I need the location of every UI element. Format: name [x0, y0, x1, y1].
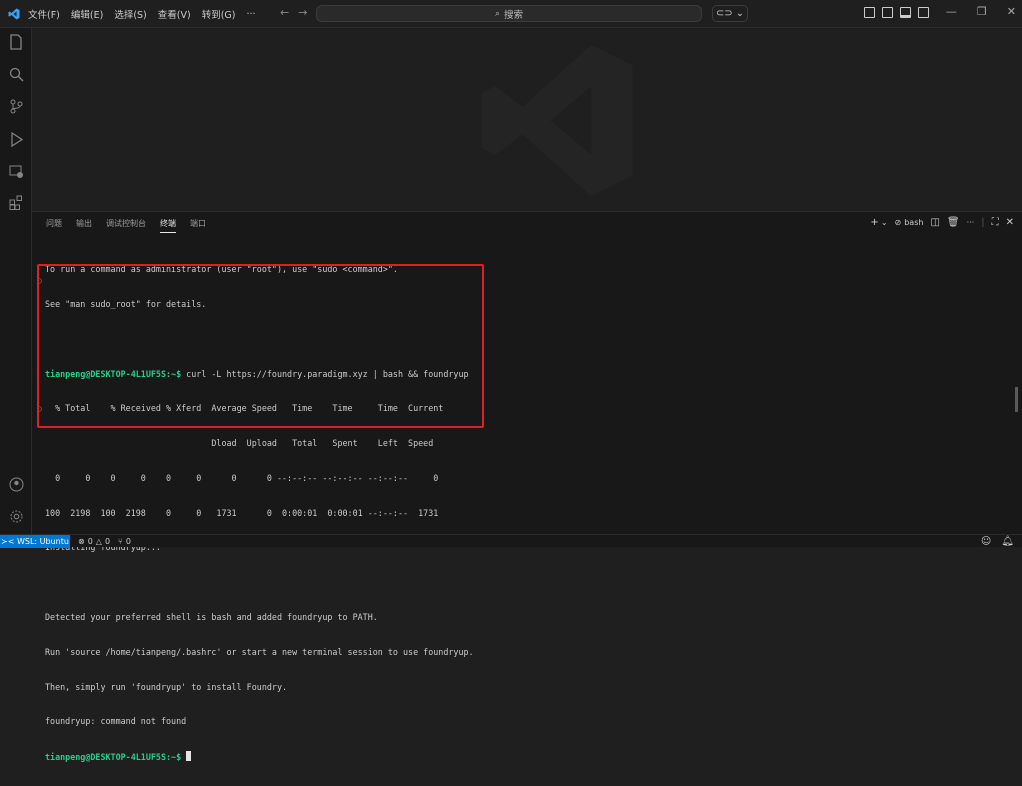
menu-file[interactable]: 文件(F) [28, 7, 60, 21]
gear-icon[interactable] [8, 509, 24, 525]
minimize-icon[interactable]: — [946, 5, 957, 18]
terminal-prompt: tianpeng@DESKTOP-4L1UF5S:~$ [45, 752, 182, 763]
panel-tabs: 问题 输出 调试控制台 终端 端口 [46, 218, 220, 233]
menu-view[interactable]: 查看(V) [158, 7, 191, 21]
status-bar: ≻< WSL: Ubuntu ⊗ 0 △ 0 ⑂ 0 ☺ 🔔︎ [0, 534, 1022, 548]
activity-bar [0, 28, 32, 534]
more-icon[interactable]: ··· [967, 218, 975, 227]
explorer-icon[interactable] [8, 34, 24, 50]
terminal-line: Dload Upload Total Spent Left Speed [45, 438, 434, 449]
title-bar: 文件(F) 编辑(E) 选择(S) 查看(V) 转到(G) ··· ←→ ⌕ 搜… [0, 0, 1022, 28]
menu-go[interactable]: 转到(G) [202, 7, 236, 21]
chevron-down-icon: ⌄ [735, 8, 745, 19]
source-control-icon[interactable] [8, 99, 24, 115]
customize-layout-icon[interactable] [864, 7, 875, 18]
new-terminal-icon[interactable]: + [870, 217, 878, 228]
trash-icon[interactable]: 🗑 [947, 217, 960, 228]
terminal-name[interactable]: bash [904, 218, 923, 227]
menu-more[interactable]: ··· [246, 9, 255, 20]
terminal-cursor [186, 751, 192, 762]
search-icon: ⌕ [494, 8, 501, 19]
copilot-menu-button[interactable]: ⊂⊃ ⌄ [712, 5, 748, 22]
command-decoration-icon[interactable]: ○ [37, 276, 42, 285]
terminal-shell-icon: ⊘ [894, 218, 902, 227]
copilot-icon: ⊂⊃ [715, 8, 733, 19]
toggle-sidebar-icon[interactable] [882, 7, 893, 18]
prompt-line: tianpeng@DESKTOP-4L1UF5S:~$ [45, 751, 1005, 763]
search-placeholder: 搜索 [504, 9, 524, 21]
menu-selection[interactable]: 选择(S) [114, 7, 146, 21]
terminal-line: Then, simply run 'foundryup' to install … [45, 681, 288, 692]
vscode-logo-icon [8, 8, 20, 20]
terminal-line: See "man sudo_root" for details. [45, 298, 207, 309]
problems-indicator[interactable]: ⊗ 0 △ 0 ⑂ 0 [78, 535, 134, 548]
maximize-panel-icon[interactable]: ⛶ [992, 217, 999, 228]
chevron-down-icon[interactable]: ⌄ [881, 218, 888, 227]
close-panel-icon[interactable]: ✕ [1006, 217, 1014, 228]
tab-debug-console[interactable]: 调试控制台 [106, 218, 146, 233]
back-arrow-icon[interactable]: ← [280, 6, 298, 19]
remote-label: WSL: Ubuntu [16, 537, 69, 546]
restore-icon[interactable]: ❐ [977, 5, 987, 18]
account-icon[interactable] [8, 477, 24, 493]
remote-icon: ≻< [1, 537, 17, 546]
extensions-icon[interactable] [8, 195, 24, 211]
toggle-panel-icon[interactable] [900, 7, 911, 18]
tab-output[interactable]: 输出 [76, 218, 92, 233]
terminal-line: Run 'source /home/tianpeng/.bashrc' or s… [45, 646, 474, 657]
warning-count: 0 [104, 537, 111, 546]
bottom-panel: 问题 输出 调试控制台 终端 端口 + ⌄ ⊘ bash ◫ 🗑 ··· | ⛶… [32, 211, 1022, 762]
tab-problems[interactable]: 问题 [46, 218, 62, 233]
terminal-line: To run a command as administrator (user … [45, 264, 398, 275]
search-icon[interactable] [8, 67, 24, 83]
terminal-line: 100 2198 100 2198 0 0 1731 0 0:00:01 0:0… [45, 507, 439, 518]
terminal-prompt: tianpeng@DESKTOP-4L1UF5S:~$ [45, 368, 182, 379]
terminal-scrollbar[interactable] [1015, 387, 1018, 412]
panel-actions: + ⌄ ⊘ bash ◫ 🗑 ··· | ⛶ ✕ [863, 217, 1014, 228]
command-decoration-icon[interactable]: ○ [37, 404, 42, 413]
terminal-line: 0 0 0 0 0 0 0 0 --:--:-- --:--:-- --:--:… [45, 472, 439, 483]
divider: | [981, 217, 985, 228]
command-center-search[interactable]: ⌕ 搜索 [316, 5, 702, 22]
editor-area [32, 28, 1022, 211]
terminal-line: Detected your preferred shell is bash an… [45, 612, 378, 622]
status-right: ☺ 🔔︎ [971, 535, 1014, 548]
vscode-watermark-icon [481, 44, 633, 197]
menu-bar: 文件(F) 编辑(E) 选择(S) 查看(V) 转到(G) ··· [28, 0, 267, 28]
tab-terminal[interactable]: 终端 [160, 218, 176, 233]
terminal-output[interactable]: To run a command as administrator (user … [45, 241, 1005, 786]
forward-arrow-icon[interactable]: → [298, 6, 316, 19]
terminal-line: % Total % Received % Xferd Average Speed… [45, 403, 444, 414]
terminal-command: curl -L https://foundry.paradigm.xyz | b… [181, 368, 469, 379]
nav-arrows: ←→ [280, 6, 316, 19]
split-terminal-icon[interactable]: ◫ [930, 217, 939, 228]
copilot-status-icon[interactable]: ☺ [981, 536, 991, 547]
remote-explorer-icon[interactable] [8, 164, 24, 180]
prompt-line: tianpeng@DESKTOP-4L1UF5S:~$ curl -L http… [45, 369, 1005, 381]
menu-edit[interactable]: 编辑(E) [71, 7, 103, 21]
window-controls: — ❐ ✕ [926, 5, 1016, 18]
terminal-line: foundryup: command not found [45, 716, 187, 727]
ports-count: 0 [125, 537, 131, 546]
error-count: 0 [87, 537, 93, 546]
run-debug-icon[interactable] [8, 131, 24, 148]
ports-icon: ⑂ [118, 537, 123, 546]
remote-indicator[interactable]: ≻< WSL: Ubuntu [0, 535, 70, 548]
tab-ports[interactable]: 端口 [190, 218, 206, 233]
close-icon[interactable]: ✕ [1007, 5, 1016, 18]
warning-icon: △ [95, 537, 102, 546]
bell-icon[interactable]: 🔔︎ [1001, 536, 1014, 547]
error-icon: ⊗ [78, 537, 85, 546]
